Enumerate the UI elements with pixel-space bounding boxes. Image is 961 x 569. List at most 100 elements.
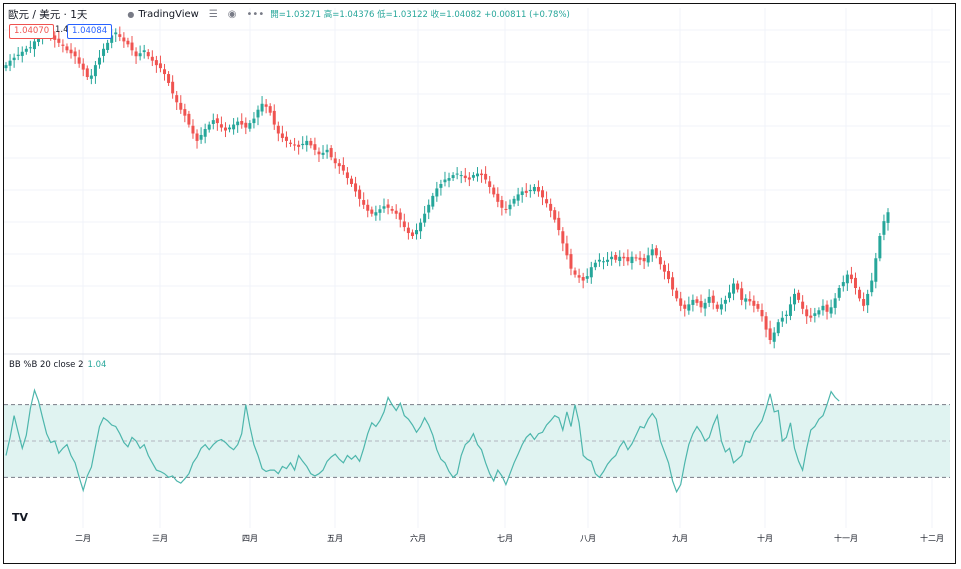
candle-body [772,332,776,342]
candle-body [630,256,634,264]
candle-body [797,292,801,300]
candle-body [508,204,512,210]
candle-body [431,195,435,207]
candle-body [740,288,744,300]
candle-body [276,125,280,134]
eye-icon[interactable]: ◉ [228,9,237,20]
candle-body [801,301,805,309]
candle-body [333,158,337,164]
candle-body [419,222,423,232]
candle-body [732,283,736,294]
candle-body [447,178,451,181]
candle-body [187,113,191,125]
candle-body [837,288,841,298]
candle-body [853,277,857,288]
candle-body [382,206,386,209]
candle-body [788,304,792,316]
candle-body [325,149,329,153]
candle-body [581,277,585,281]
sell-price-box[interactable]: 1.04070 [9,24,55,39]
brand-label: TradingView [138,8,199,20]
candle-body [646,255,650,263]
candle-body [805,309,809,317]
candle-body [61,44,65,46]
candle-body [557,217,561,231]
candle-body [260,103,264,112]
x-tick-label: 十二月 [920,533,944,543]
candle-body [524,190,528,193]
candle-body [264,104,268,107]
candle-body [321,152,325,155]
candle-body [784,314,788,316]
candle-body [85,68,89,78]
candle-body [12,57,16,61]
candle-body [748,298,752,302]
candle-body [378,209,382,213]
candle-body [471,175,475,178]
candle-body [882,221,886,235]
candle-body [707,296,711,303]
candle-body [20,51,24,56]
candle-body [752,300,756,306]
candle-body [768,328,772,340]
candle-body [719,304,723,310]
candle-body [614,255,618,260]
candle-body [244,122,248,128]
indicator-value: 1.04 [87,360,107,370]
candle-body [833,298,837,308]
candle-body [679,298,683,306]
chart-canvas[interactable]: 二月 三月 四月 五月 六月 七月 八月 九月 十月 十一月 十二月 [0,0,961,569]
candle-body [309,140,313,146]
candle-body [593,262,597,268]
candle-body [435,188,439,197]
candle-body [93,65,97,77]
candle-body [268,106,272,113]
candle-body [154,60,158,66]
buy-price-box[interactable]: 1.04084 [67,24,113,39]
more-icon[interactable]: ••• [247,9,265,20]
compare-icon[interactable]: ☰ [209,9,218,20]
candle-body [662,264,666,272]
candle-body [601,261,605,263]
candle-body [569,254,573,269]
candle-body [219,124,223,128]
candle-body [492,187,496,195]
candle-body [272,110,276,125]
candle-body [284,136,288,141]
candle-body [236,121,240,126]
candle-body [711,295,715,303]
candle-body [488,181,492,187]
candle-body [358,189,362,199]
candle-body [451,175,455,179]
candle-body [199,134,203,140]
candle-body [370,209,374,214]
candle-body [203,129,207,137]
candle-body [345,172,349,179]
indicator-legend[interactable]: BB %B 20 close 2 1.04 [9,360,106,370]
candle-body [886,212,890,223]
candle-body [297,144,301,147]
candle-body [215,118,219,124]
candle-body [142,50,146,53]
candle-body [8,60,12,66]
tradingview-logo-icon[interactable]: TV [12,511,28,524]
symbol-title[interactable]: 歐元 / 美元 · 1天 [8,7,87,22]
candle-body [398,212,402,220]
candle-body [480,173,484,176]
candle-body [240,121,244,125]
candle-body [73,51,77,57]
candle-body [463,175,467,179]
candle-body [163,69,167,75]
x-tick-label: 七月 [497,534,513,543]
candle-body [443,179,447,183]
candle-body [764,316,768,330]
candle-body [183,109,187,116]
candle-body [179,102,183,110]
candle-body [280,133,284,138]
candle-body [874,258,878,282]
candle-body [455,173,459,175]
candle-body [410,232,414,236]
candle-body [313,144,317,150]
candle-body [406,227,410,234]
candle-body [821,305,825,311]
